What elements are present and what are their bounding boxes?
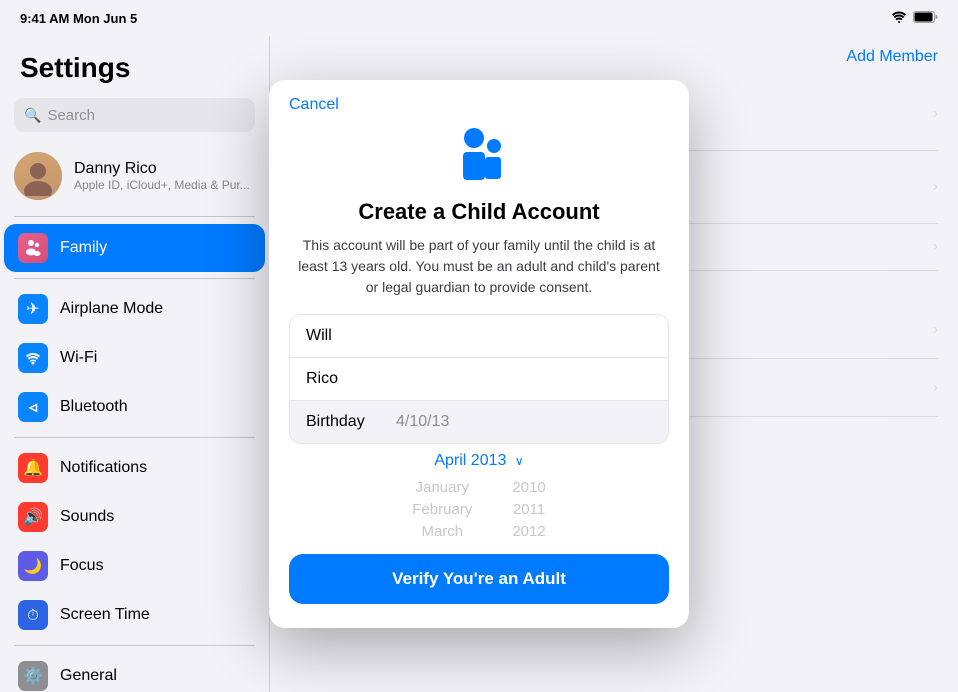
- avatar: [14, 152, 62, 200]
- first-name-field[interactable]: Will: [290, 315, 668, 358]
- chevron-down-icon: ∨: [515, 454, 524, 468]
- date-picker-area[interactable]: January February March 2010 2011 2012: [289, 478, 669, 538]
- chevron-icon-3: ›: [933, 238, 938, 256]
- notifications-icon: 🔔: [18, 453, 48, 483]
- wifi-status-icon: [891, 11, 907, 26]
- sidebar-item-label-bluetooth: Bluetooth: [60, 398, 128, 416]
- user-name: Danny Rico: [74, 160, 250, 178]
- search-bar[interactable]: 🔍 Search: [14, 98, 255, 132]
- sidebar-item-label-wifi: Wi-Fi: [60, 349, 97, 367]
- form-section: Will Rico Birthday 4/10/13: [289, 314, 669, 444]
- chevron-icon-1: ›: [933, 105, 938, 123]
- birthday-field[interactable]: Birthday 4/10/13: [290, 401, 668, 443]
- picker-month-feb: February: [412, 500, 472, 520]
- wifi-icon: [18, 343, 48, 373]
- modal-title: Create a Child Account: [269, 195, 689, 235]
- divider-3: [14, 437, 255, 438]
- picker-year-2011: 2011: [513, 500, 545, 520]
- sidebar-title: Settings: [0, 36, 269, 92]
- divider-2: [14, 278, 255, 279]
- verify-adult-button[interactable]: Verify You're an Adult: [289, 554, 669, 604]
- sidebar-item-sounds[interactable]: 🔊 Sounds: [4, 493, 265, 541]
- sidebar-item-screentime[interactable]: ⏱ Screen Time: [4, 591, 265, 639]
- sidebar-item-label-family: Family: [60, 239, 107, 257]
- birthday-label: Birthday: [306, 413, 396, 431]
- modal-cancel-button[interactable]: Cancel: [269, 80, 359, 114]
- picker-month-mar: March: [421, 522, 463, 538]
- last-name-field[interactable]: Rico: [290, 358, 668, 401]
- picker-month-jan: January: [416, 478, 469, 498]
- create-child-account-modal: Cancel Create a Child Account This accou…: [269, 80, 689, 628]
- sidebar-list: Family ✈ Airplane Mode: [0, 223, 269, 692]
- modal-icon-area: [269, 114, 689, 195]
- picker-year-2010: 2010: [512, 478, 545, 498]
- sidebar-item-family[interactable]: Family: [4, 224, 265, 272]
- chevron-icon-2: ›: [933, 178, 938, 196]
- sidebar-item-airplane[interactable]: ✈ Airplane Mode: [4, 285, 265, 333]
- sidebar-item-focus[interactable]: 🌙 Focus: [4, 542, 265, 590]
- sidebar-item-bluetooth[interactable]: ◃ Bluetooth: [4, 383, 265, 431]
- user-subtitle: Apple ID, iCloud+, Media & Pur...: [74, 178, 250, 192]
- sidebar-item-label-screentime: Screen Time: [60, 606, 150, 624]
- sidebar-item-label-sounds: Sounds: [60, 508, 114, 526]
- battery-icon: [913, 11, 938, 26]
- sidebar-item-general[interactable]: ⚙️ General: [4, 652, 265, 692]
- month-picker-label: April 2013: [434, 452, 506, 469]
- status-time: 9:41 AM Mon Jun 5: [20, 11, 137, 26]
- sidebar-item-label-focus: Focus: [60, 557, 104, 575]
- sidebar-item-label-notifications: Notifications: [60, 459, 147, 477]
- last-name-value: Rico: [306, 370, 338, 387]
- status-right: [891, 11, 938, 26]
- content-header: Add Member: [270, 36, 958, 78]
- chevron-icon-purchase: ›: [933, 321, 938, 339]
- search-placeholder-text: Search: [47, 107, 95, 124]
- sidebar-item-notifications[interactable]: 🔔 Notifications: [4, 444, 265, 492]
- bluetooth-icon: ◃: [18, 392, 48, 422]
- family-modal-icon: [444, 124, 514, 189]
- divider-1: [14, 216, 255, 217]
- picker-year-2012: 2012: [512, 522, 545, 538]
- sidebar-item-label-general: General: [60, 667, 117, 685]
- focus-icon: 🌙: [18, 551, 48, 581]
- month-picker-col: January February March: [412, 478, 472, 538]
- birthday-value: 4/10/13: [396, 413, 449, 431]
- user-profile[interactable]: Danny Rico Apple ID, iCloud+, Media & Pu…: [0, 142, 269, 210]
- add-member-button[interactable]: Add Member: [846, 48, 938, 66]
- sidebar-item-label-airplane: Airplane Mode: [60, 300, 163, 318]
- family-icon: [18, 233, 48, 263]
- month-picker[interactable]: April 2013 ∨: [289, 452, 669, 470]
- status-bar: 9:41 AM Mon Jun 5: [0, 0, 958, 36]
- first-name-value: Will: [306, 327, 332, 344]
- airplane-icon: ✈: [18, 294, 48, 324]
- screentime-icon: ⏱: [18, 600, 48, 630]
- sounds-icon: 🔊: [18, 502, 48, 532]
- divider-4: [14, 645, 255, 646]
- sidebar-item-wifi[interactable]: Wi-Fi: [4, 334, 265, 382]
- general-icon: ⚙️: [18, 661, 48, 691]
- year-picker-col: 2010 2011 2012: [512, 478, 545, 538]
- chevron-icon-location: ›: [933, 379, 938, 397]
- modal-description: This account will be part of your family…: [269, 235, 689, 314]
- search-icon: 🔍: [24, 107, 41, 124]
- sidebar: Settings 🔍 Search Danny Rico Apple ID, i…: [0, 36, 270, 692]
